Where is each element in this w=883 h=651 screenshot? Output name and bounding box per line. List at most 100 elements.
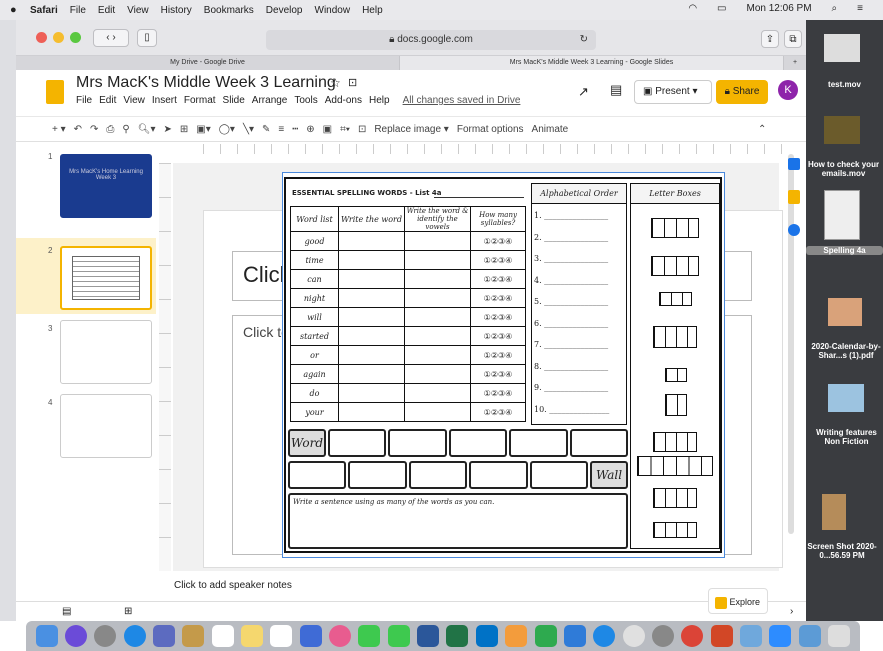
- desktop-file-test-thumb[interactable]: [824, 34, 860, 62]
- print-icon[interactable]: ⎙: [106, 124, 114, 135]
- redo-icon[interactable]: ↷: [90, 124, 98, 135]
- safari-icon[interactable]: [123, 625, 146, 647]
- app-store-icon[interactable]: [593, 625, 616, 647]
- sidebar-button[interactable]: ▯: [137, 28, 157, 47]
- desktop-file-label[interactable]: Writing features Non Fiction: [808, 428, 883, 446]
- tasks-icon[interactable]: [788, 224, 800, 236]
- word-wall-box[interactable]: [509, 429, 568, 457]
- letter-box-group[interactable]: [653, 432, 697, 452]
- menu-file[interactable]: File: [70, 5, 86, 16]
- close-button[interactable]: [36, 32, 47, 43]
- minimize-button[interactable]: [53, 32, 64, 43]
- letter-box-group[interactable]: [651, 218, 699, 238]
- doc-menu-format[interactable]: Format: [184, 95, 216, 106]
- letter-box-group[interactable]: [665, 368, 687, 382]
- wifi-icon[interactable]: ◠: [688, 3, 697, 14]
- pen-icon[interactable]: ✎: [262, 124, 270, 135]
- vowel-cell[interactable]: [404, 269, 471, 289]
- back-forward-buttons[interactable]: ‹ ›: [93, 28, 129, 47]
- reload-icon[interactable]: ↻: [580, 30, 588, 50]
- doc-menu-view[interactable]: View: [123, 95, 145, 106]
- doc-title[interactable]: Mrs MacK's Middle Week 3 Learning: [76, 74, 336, 92]
- doc-menu-file[interactable]: File: [76, 95, 92, 106]
- calendar-app-icon[interactable]: [211, 625, 234, 647]
- menu-help[interactable]: Help: [362, 5, 383, 16]
- alpha-line[interactable]: 6. ________________: [534, 312, 626, 334]
- vowel-cell[interactable]: [404, 288, 471, 308]
- letter-box-group[interactable]: [665, 394, 687, 416]
- expand-panel-icon[interactable]: ›: [790, 606, 793, 617]
- doc-menu-arrange[interactable]: Arrange: [252, 95, 288, 106]
- select-icon[interactable]: ➤: [163, 124, 171, 135]
- collapse-icon[interactable]: ⌃: [758, 124, 766, 135]
- slide-thumb-2[interactable]: [60, 246, 152, 310]
- keep-icon[interactable]: [788, 190, 800, 204]
- vowel-cell[interactable]: [404, 402, 471, 422]
- alpha-line[interactable]: 1. ________________: [534, 204, 626, 226]
- alpha-line[interactable]: 4. ________________: [534, 269, 626, 291]
- messages-icon[interactable]: [358, 625, 381, 647]
- speaker-notes[interactable]: Click to add speaker notes: [159, 573, 779, 601]
- chrome-icon[interactable]: [681, 625, 704, 647]
- line-icon[interactable]: ╲▾: [243, 124, 254, 135]
- keynote-icon[interactable]: [563, 625, 586, 647]
- menu-history[interactable]: History: [161, 5, 192, 16]
- menu-bookmarks[interactable]: Bookmarks: [204, 5, 254, 16]
- word-wall-box[interactable]: [388, 429, 447, 457]
- write-cell[interactable]: [338, 307, 405, 327]
- border-dash-icon[interactable]: ┅: [292, 124, 298, 135]
- photos-app-icon[interactable]: [329, 625, 352, 647]
- clock[interactable]: Mon 12:06 PM: [747, 3, 812, 14]
- format-options-button[interactable]: Format options: [457, 124, 524, 135]
- shape-icon[interactable]: ◯▾: [219, 124, 235, 135]
- excel-icon[interactable]: [446, 625, 469, 647]
- letter-box-group[interactable]: [653, 522, 697, 538]
- link-icon[interactable]: ⊕: [306, 124, 314, 135]
- powerpoint-icon[interactable]: [710, 625, 733, 647]
- menu-window[interactable]: Window: [315, 5, 351, 16]
- doc-menu-help[interactable]: Help: [369, 95, 390, 106]
- battery-icon[interactable]: ▭: [717, 3, 726, 14]
- menu-edit[interactable]: Edit: [98, 5, 115, 16]
- word-wall-box[interactable]: [408, 461, 468, 489]
- desktop-file-video-thumb[interactable]: [824, 116, 860, 144]
- vowel-cell[interactable]: [404, 250, 471, 270]
- paint-format-icon[interactable]: ⚲: [122, 124, 129, 135]
- textbox-icon[interactable]: ⊞: [180, 124, 188, 135]
- filmstrip-view-icon[interactable]: ▤: [62, 606, 71, 617]
- write-cell[interactable]: [338, 364, 405, 384]
- desktop-file-writing-thumb[interactable]: [828, 384, 864, 412]
- activity-icon[interactable]: ↗: [578, 84, 589, 100]
- alpha-line[interactable]: 5. ________________: [534, 290, 626, 312]
- facetime-icon[interactable]: [387, 625, 410, 647]
- finder-icon[interactable]: [35, 625, 58, 647]
- slide-thumb-4[interactable]: [60, 394, 152, 458]
- alpha-line[interactable]: 3. ________________: [534, 247, 626, 269]
- comments-icon[interactable]: ▤: [610, 82, 622, 98]
- write-cell[interactable]: [338, 383, 405, 403]
- pages-icon[interactable]: [505, 625, 528, 647]
- write-cell[interactable]: [338, 250, 405, 270]
- tab-google-drive[interactable]: My Drive - Google Drive: [16, 56, 400, 70]
- stickies-icon[interactable]: [241, 625, 264, 647]
- vowel-cell[interactable]: [404, 307, 471, 327]
- menu-view[interactable]: View: [127, 5, 149, 16]
- vowel-cell[interactable]: [404, 345, 471, 365]
- write-cell[interactable]: [338, 345, 405, 365]
- crop-icon[interactable]: ⌗▾: [340, 124, 350, 135]
- trash-icon[interactable]: [827, 625, 850, 647]
- doc-menu-tools[interactable]: Tools: [294, 95, 317, 106]
- word-wall-box[interactable]: [348, 461, 407, 489]
- preferences-icon[interactable]: [651, 625, 674, 647]
- word-wall-box[interactable]: [288, 461, 347, 489]
- undo-icon[interactable]: ↶: [74, 124, 82, 135]
- doc-menu-slide[interactable]: Slide: [223, 95, 245, 106]
- avatar[interactable]: K: [778, 80, 798, 100]
- desktop-file-label[interactable]: Spelling 4a: [806, 246, 883, 255]
- desktop-file-label[interactable]: Screen Shot 2020-0...56.59 PM: [804, 542, 880, 560]
- numbers-icon[interactable]: [534, 625, 557, 647]
- word-icon[interactable]: [417, 625, 440, 647]
- doc-menu-edit[interactable]: Edit: [99, 95, 116, 106]
- new-slide-icon[interactable]: + ▾: [52, 124, 66, 135]
- vowel-cell[interactable]: [404, 364, 471, 384]
